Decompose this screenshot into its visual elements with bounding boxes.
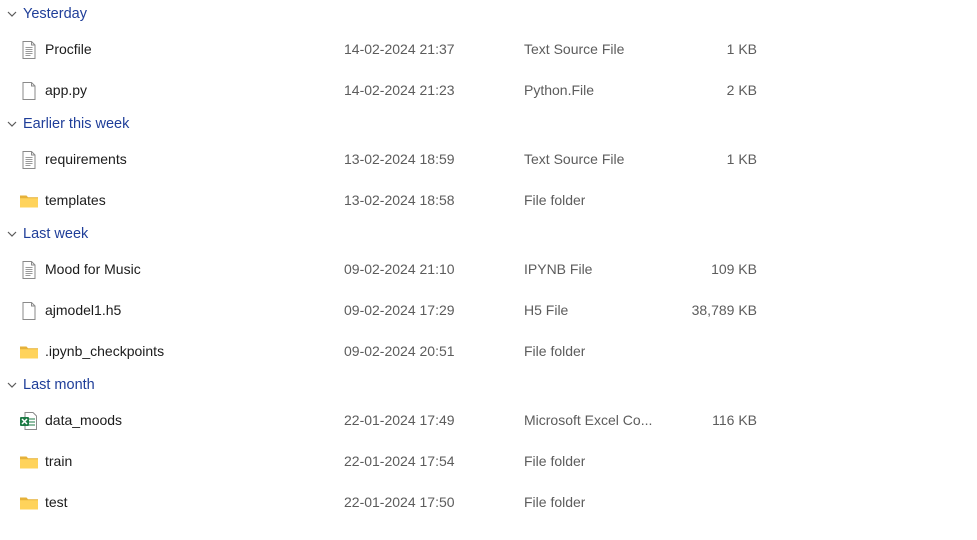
file-list: Yesterday Procfile 14-02-2024 21:37 Text So… xyxy=(0,0,977,540)
chevron-down-icon[interactable] xyxy=(6,8,18,20)
folder-icon xyxy=(19,342,39,362)
date-modified: 09-02-2024 20:51 xyxy=(344,343,455,359)
date-modified: 22-01-2024 17:49 xyxy=(344,412,455,428)
group-label: Last week xyxy=(23,226,89,242)
file-size: 1 KB xyxy=(726,41,757,57)
file-size: 38,789 KB xyxy=(691,302,757,318)
file-name[interactable]: app.py xyxy=(45,82,87,98)
excel-file-icon xyxy=(19,411,39,431)
chevron-down-icon[interactable] xyxy=(6,118,18,130)
file-row[interactable]: Procfile 14-02-2024 21:37 Text Source File… xyxy=(0,32,780,66)
file-row[interactable]: test 22-01-2024 17:50 File folder xyxy=(0,485,780,519)
group-header[interactable]: Last month xyxy=(0,373,95,397)
file-row[interactable]: .ipynb_checkpoints 09-02-2024 20:51 File f… xyxy=(0,334,780,368)
file-type: File folder xyxy=(524,192,586,208)
file-row[interactable]: app.py 14-02-2024 21:23 Python.File 2 KB xyxy=(0,73,780,107)
date-modified: 13-02-2024 18:58 xyxy=(344,192,455,208)
file-type: File folder xyxy=(524,494,586,510)
group-header[interactable]: Last week xyxy=(0,222,88,246)
file-row[interactable]: Mood for Music 09-02-2024 21:10 IPYNB File… xyxy=(0,252,780,286)
file-type: File folder xyxy=(524,453,586,469)
file-type: File folder xyxy=(524,343,586,359)
file-name[interactable]: test xyxy=(45,494,68,510)
text-file-icon xyxy=(19,260,39,280)
file-name[interactable]: Mood for Music xyxy=(45,261,141,277)
date-modified: 09-02-2024 17:29 xyxy=(344,302,455,318)
date-modified: 22-01-2024 17:54 xyxy=(344,453,455,469)
blank-file-icon xyxy=(19,301,39,321)
group-label: Last month xyxy=(23,377,95,393)
file-type: Microsoft Excel Co... xyxy=(524,412,653,428)
file-type: Python.File xyxy=(524,82,595,98)
group-header[interactable]: Earlier this week xyxy=(0,112,129,136)
file-name[interactable]: train xyxy=(45,453,72,469)
file-type: Text Source File xyxy=(524,151,625,167)
file-name[interactable]: Procfile xyxy=(45,41,92,57)
file-name[interactable]: requirements xyxy=(45,151,127,167)
file-row[interactable]: requirements 13-02-2024 18:59 Text Source … xyxy=(0,142,780,176)
chevron-down-icon[interactable] xyxy=(6,228,18,240)
folder-icon xyxy=(19,452,39,472)
text-file-icon xyxy=(19,150,39,170)
folder-icon xyxy=(19,493,39,513)
group-label: Earlier this week xyxy=(23,116,130,132)
date-modified: 09-02-2024 21:10 xyxy=(344,261,455,277)
chevron-down-icon[interactable] xyxy=(6,379,18,391)
file-size: 109 KB xyxy=(711,261,757,277)
file-name[interactable]: ajmodel1.h5 xyxy=(45,302,121,318)
file-row[interactable]: data_moods 22-01-2024 17:49 Microsoft Exce… xyxy=(0,403,780,437)
file-type: H5 File xyxy=(524,302,569,318)
folder-icon xyxy=(19,191,39,211)
text-file-icon xyxy=(19,40,39,60)
file-size: 1 KB xyxy=(726,151,757,167)
file-row[interactable]: templates 13-02-2024 18:58 File folder xyxy=(0,183,780,217)
group-header[interactable]: Yesterday xyxy=(0,2,87,26)
file-row[interactable]: ajmodel1.h5 09-02-2024 17:29 H5 File 38,789… xyxy=(0,293,780,327)
blank-file-icon xyxy=(19,81,39,101)
date-modified: 14-02-2024 21:23 xyxy=(344,82,455,98)
date-modified: 13-02-2024 18:59 xyxy=(344,151,455,167)
date-modified: 22-01-2024 17:50 xyxy=(344,494,455,510)
file-name[interactable]: data_moods xyxy=(45,412,122,428)
file-size: 2 KB xyxy=(726,82,757,98)
file-name[interactable]: .ipynb_checkpoints xyxy=(45,343,164,359)
date-modified: 14-02-2024 21:37 xyxy=(344,41,455,57)
group-label: Yesterday xyxy=(23,6,87,22)
file-name[interactable]: templates xyxy=(45,192,106,208)
file-type: Text Source File xyxy=(524,41,625,57)
file-row[interactable]: train 22-01-2024 17:54 File folder xyxy=(0,444,780,478)
file-size: 116 KB xyxy=(712,412,757,428)
file-type: IPYNB File xyxy=(524,261,593,277)
